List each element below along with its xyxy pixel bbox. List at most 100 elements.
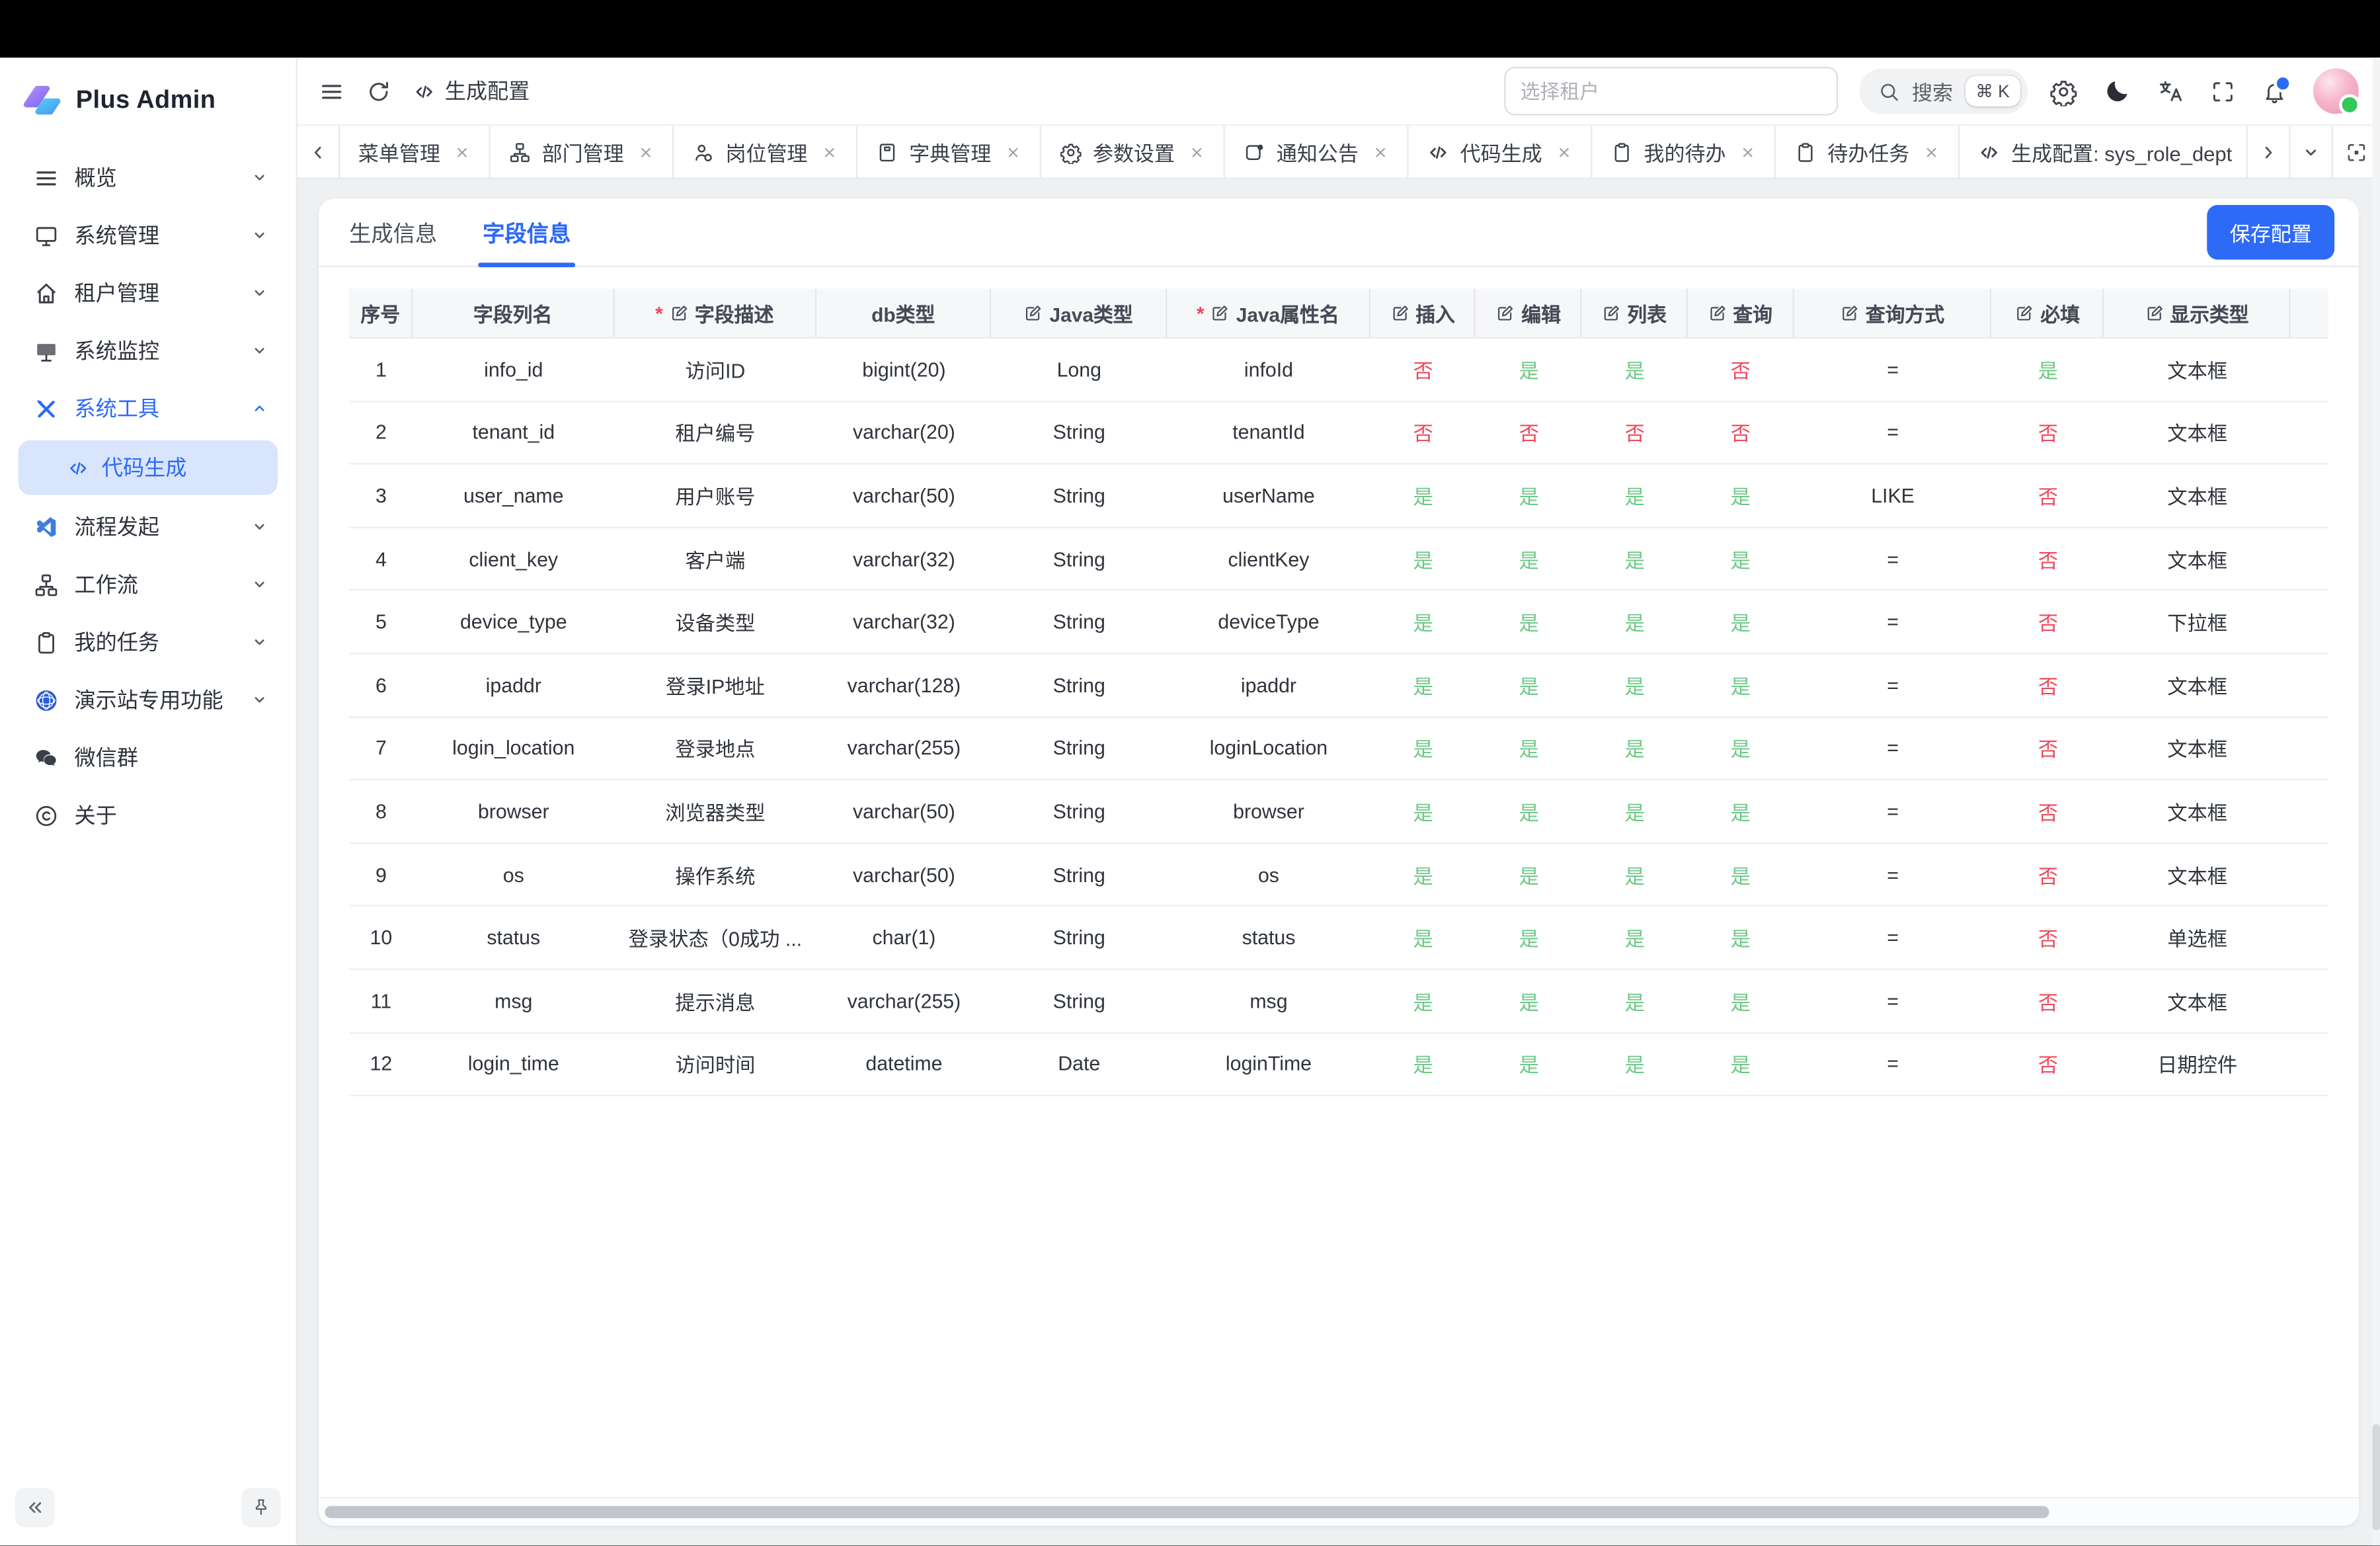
- insert-cell[interactable]: 是: [1370, 907, 1476, 969]
- edit-cell[interactable]: 是: [1476, 591, 1582, 654]
- java-prop-cell[interactable]: loginLocation: [1167, 717, 1371, 780]
- sidebar-item-wechat-group[interactable]: 微信群: [19, 729, 278, 786]
- description-cell[interactable]: 提示消息: [614, 970, 816, 1033]
- java-prop-cell[interactable]: ipaddr: [1167, 654, 1371, 717]
- query-cell[interactable]: 是: [1687, 844, 1794, 907]
- description-cell[interactable]: 登录地点: [614, 717, 816, 780]
- java-prop-cell[interactable]: msg: [1167, 970, 1371, 1033]
- query-cell[interactable]: 是: [1687, 528, 1794, 590]
- tab-gen-info[interactable]: 生成信息: [349, 199, 437, 266]
- java-prop-cell[interactable]: loginTime: [1167, 1033, 1371, 1096]
- sidebar-item-my-tasks[interactable]: 我的任务: [19, 614, 278, 671]
- query-method-cell[interactable]: =: [1794, 528, 1991, 590]
- list-cell[interactable]: 是: [1582, 970, 1687, 1033]
- tab-post-mgmt[interactable]: 岗位管理: [674, 126, 857, 178]
- close-icon[interactable]: [1556, 143, 1572, 160]
- edit-cell[interactable]: 是: [1476, 717, 1582, 780]
- java-type-cell[interactable]: String: [992, 654, 1167, 717]
- java-prop-cell[interactable]: deviceType: [1167, 591, 1371, 654]
- tab-field-info[interactable]: 字段信息: [483, 199, 571, 266]
- query-method-cell[interactable]: =: [1794, 844, 1991, 907]
- edit-cell[interactable]: 是: [1476, 1033, 1582, 1096]
- close-icon[interactable]: [1739, 143, 1756, 160]
- display-type-cell[interactable]: 文本框: [2104, 654, 2290, 717]
- java-prop-cell[interactable]: infoId: [1167, 339, 1371, 401]
- query-cell[interactable]: 否: [1687, 339, 1794, 401]
- required-cell[interactable]: 否: [1992, 465, 2104, 528]
- query-method-cell[interactable]: =: [1794, 339, 1991, 401]
- tab-todo-task[interactable]: 待办任务: [1776, 126, 1960, 178]
- tab-param-settings[interactable]: 参数设置: [1041, 126, 1225, 178]
- insert-cell[interactable]: 是: [1370, 654, 1476, 717]
- sidebar-item-code-gen[interactable]: 代码生成: [19, 440, 278, 495]
- java-type-cell[interactable]: String: [992, 907, 1167, 969]
- insert-cell[interactable]: 是: [1370, 528, 1476, 590]
- java-prop-cell[interactable]: clientKey: [1167, 528, 1371, 590]
- global-search-button[interactable]: 搜索 ⌘ K: [1859, 68, 2028, 114]
- description-cell[interactable]: 租户编号: [614, 401, 816, 464]
- query-method-cell[interactable]: =: [1794, 654, 1991, 717]
- required-cell[interactable]: 否: [1992, 970, 2104, 1033]
- required-cell[interactable]: 否: [1992, 1033, 2104, 1096]
- list-cell[interactable]: 是: [1582, 844, 1687, 907]
- description-cell[interactable]: 登录状态（0成功 ...: [614, 907, 816, 969]
- language-translate-icon[interactable]: [2157, 77, 2184, 104]
- edit-cell[interactable]: 是: [1476, 970, 1582, 1033]
- tab-notice[interactable]: 通知公告: [1225, 126, 1409, 178]
- query-cell[interactable]: 否: [1687, 401, 1794, 464]
- sidebar-item-tenant-mgmt[interactable]: 租户管理: [19, 264, 278, 321]
- tab-code-gen[interactable]: 代码生成: [1409, 126, 1593, 178]
- edit-cell[interactable]: 是: [1476, 339, 1582, 401]
- query-method-cell[interactable]: =: [1794, 907, 1991, 969]
- window-scrollbar-thumb[interactable]: [2373, 1424, 2380, 1531]
- java-type-cell[interactable]: String: [992, 844, 1167, 907]
- window-scrollbar-track[interactable]: [2373, 58, 2380, 1545]
- java-type-cell[interactable]: String: [992, 780, 1167, 843]
- query-cell[interactable]: 是: [1687, 717, 1794, 780]
- display-type-cell[interactable]: 文本框: [2104, 780, 2290, 843]
- close-icon[interactable]: [454, 143, 470, 160]
- query-method-cell[interactable]: =: [1794, 401, 1991, 464]
- insert-cell[interactable]: 是: [1370, 591, 1476, 654]
- tab-dept-mgmt[interactable]: 部门管理: [491, 126, 674, 178]
- sidebar-item-flow-start[interactable]: 流程发起: [19, 498, 278, 555]
- close-icon[interactable]: [637, 143, 654, 160]
- scrollbar-thumb[interactable]: [325, 1506, 2048, 1518]
- save-config-button[interactable]: 保存配置: [2207, 205, 2334, 260]
- query-cell[interactable]: 是: [1687, 465, 1794, 528]
- sidebar-item-workflow[interactable]: 工作流: [19, 555, 278, 613]
- query-cell[interactable]: 是: [1687, 907, 1794, 969]
- java-prop-cell[interactable]: tenantId: [1167, 401, 1371, 464]
- insert-cell[interactable]: 是: [1370, 780, 1476, 843]
- description-cell[interactable]: 设备类型: [614, 591, 816, 654]
- display-type-cell[interactable]: 文本框: [2104, 844, 2290, 907]
- list-cell[interactable]: 是: [1582, 780, 1687, 843]
- insert-cell[interactable]: 是: [1370, 717, 1476, 780]
- sidebar-item-about[interactable]: 关于: [19, 786, 278, 844]
- sidebar-collapse-button[interactable]: [15, 1488, 55, 1527]
- display-type-cell[interactable]: 日期控件: [2104, 1033, 2290, 1096]
- edit-cell[interactable]: 是: [1476, 654, 1582, 717]
- java-type-cell[interactable]: Long: [992, 339, 1167, 401]
- tenant-select-input[interactable]: [1503, 67, 1837, 115]
- close-icon[interactable]: [821, 143, 838, 160]
- java-type-cell[interactable]: String: [992, 970, 1167, 1033]
- display-type-cell[interactable]: 文本框: [2104, 339, 2290, 401]
- tab-gen-config-sys-role-dept[interactable]: 生成配置: sys_role_dept: [1960, 126, 2246, 178]
- insert-cell[interactable]: 是: [1370, 1033, 1476, 1096]
- java-type-cell[interactable]: String: [992, 717, 1167, 780]
- description-cell[interactable]: 访问ID: [614, 339, 816, 401]
- query-cell[interactable]: 是: [1687, 780, 1794, 843]
- edit-cell[interactable]: 是: [1476, 907, 1582, 969]
- query-method-cell[interactable]: =: [1794, 591, 1991, 654]
- query-cell[interactable]: 是: [1687, 654, 1794, 717]
- query-method-cell[interactable]: =: [1794, 780, 1991, 843]
- description-cell[interactable]: 用户账号: [614, 465, 816, 528]
- sidebar-item-overview[interactable]: 概览: [19, 149, 278, 206]
- list-cell[interactable]: 是: [1582, 654, 1687, 717]
- display-type-cell[interactable]: 单选框: [2104, 907, 2290, 969]
- list-cell[interactable]: 否: [1582, 401, 1687, 464]
- close-icon[interactable]: [1372, 143, 1389, 160]
- description-cell[interactable]: 登录IP地址: [614, 654, 816, 717]
- java-type-cell[interactable]: String: [992, 401, 1167, 464]
